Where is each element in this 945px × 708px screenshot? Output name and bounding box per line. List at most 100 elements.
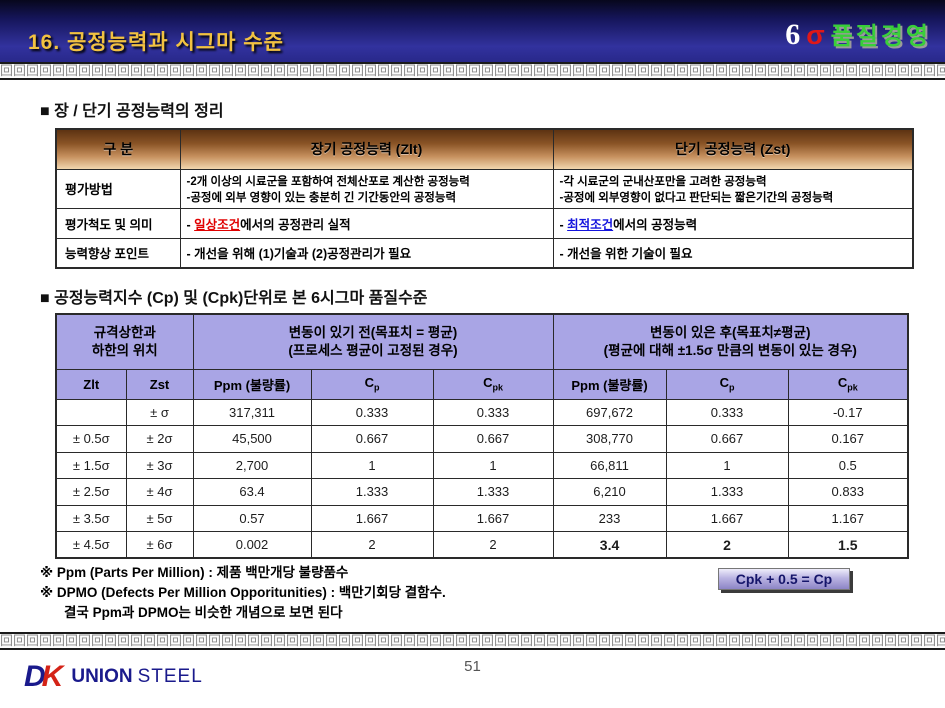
brand-logo: 6 σ 품질경영 [785, 16, 931, 52]
note-ppm: ※ Ppm (Parts Per Million) : 제품 백만개당 불량품수 [40, 563, 705, 583]
logo-letter-k: K [42, 662, 64, 692]
cell-zlt: ± 2.5σ [56, 479, 126, 506]
sigma-level-table: 규격상한과 하한의 위치 변동이 있기 전(목표치 = 평균) (프로세스 평균… [55, 313, 909, 559]
cell-zlt: ± 1.5σ [56, 452, 126, 479]
cell-shortterm-method: -각 시료군의 군내산포만을 고려한 공정능력 -공정에 외부영향이 없다고 판… [553, 169, 913, 208]
highlight-blue: 최적조건 [567, 218, 613, 232]
formula-box: Cpk + 0.5 = Cp [718, 568, 850, 590]
table-row: 능력향상 포인트 - 개선을 위해 (1)기술과 (2)공정관리가 필요 - 개… [56, 238, 913, 268]
table-row: ± σ 317,311 0.333 0.333 697,672 0.333 -0… [56, 399, 908, 426]
cell-cpk-after: -0.17 [788, 399, 908, 426]
col-header-longterm: 장기 공정능력 (Zlt) [180, 129, 553, 169]
cell-cp-after: 2 [666, 532, 788, 559]
cell-cpk-after: 0.5 [788, 452, 908, 479]
cp-base: C [365, 375, 374, 390]
cell-cp-before: 0.333 [311, 399, 433, 426]
table-row: 평가척도 및 의미 - 일상조건에서의 공정관리 실적 - 최적조건에서의 공정… [56, 208, 913, 238]
col-header-zst: Zst [126, 369, 193, 399]
cell-line: -공정에 외부 영향이 있는 충분히 긴 기간동안의 공정능력 [187, 189, 547, 205]
table-header-row: 구 분 장기 공정능력 (Zlt) 단기 공정능력 (Zst) [56, 129, 913, 169]
cpk-subscript: pk [492, 383, 503, 393]
cell-cpk-before: 2 [433, 532, 553, 559]
brand-six: 6 [785, 18, 800, 52]
header-line: (평균에 대해 ±1.5σ 만큼의 변동이 있는 경우) [554, 342, 908, 360]
cell-ppm-after: 6,210 [553, 479, 666, 506]
table-row: 평가방법 -2개 이상의 시료군을 포함하여 전체산포로 계산한 공정능력 -공… [56, 169, 913, 208]
table-row: ± 4.5σ ± 6σ 0.002 2 2 3.4 2 1.5 [56, 532, 908, 559]
sigma-icon: σ [806, 20, 824, 51]
cell-cpk-before: 1.333 [433, 479, 553, 506]
col-header-ppm-before: Ppm (불량률) [193, 369, 311, 399]
logo-steel-text: STEEL [138, 666, 203, 688]
cell-cp-after: 1.333 [666, 479, 788, 506]
section-title-sigma-level: ■ 공정능력지수 (Cp) 및 (Cpk)단위로 본 6시그마 품질수준 [40, 284, 428, 308]
cp-base: C [720, 375, 729, 390]
row-label: 평가척도 및 의미 [56, 208, 180, 238]
footnotes: ※ Ppm (Parts Per Million) : 제품 백만개당 불량품수… [40, 563, 705, 623]
cell-longterm-method: -2개 이상의 시료군을 포함하여 전체산포로 계산한 공정능력 -공정에 외부… [180, 169, 553, 208]
cell-zst: ± 4σ [126, 479, 193, 506]
cell-longterm-meaning: - 일상조건에서의 공정관리 실적 [180, 208, 553, 238]
cp-subscript: p [729, 383, 735, 393]
cell-zst: ± 6σ [126, 532, 193, 559]
cell-ppm-after: 308,770 [553, 426, 666, 453]
col-header-cpk-after: Cpk [788, 369, 908, 399]
cell-cp-before: 0.667 [311, 426, 433, 453]
header-line: 변동이 있기 전(목표치 = 평균) [194, 324, 553, 342]
cell-ppm-after: 697,672 [553, 399, 666, 426]
meander-pattern: 回回回回回回回回回回回回回回回回回回回回回回回回回回回回回回回回回回回回回回回回… [0, 62, 945, 80]
page-number: 51 [464, 658, 481, 675]
cell-ppm-after: 66,811 [553, 452, 666, 479]
header-line: (프로세스 평균이 고정된 경우) [194, 342, 553, 360]
cell-cpk-before: 1.667 [433, 505, 553, 532]
cell-zst: ± 3σ [126, 452, 193, 479]
cp-subscript: p [374, 383, 380, 393]
cell-zlt: ± 0.5σ [56, 426, 126, 453]
note-dpmo: ※ DPMO (Defects Per Million Opporituniti… [40, 583, 705, 603]
col-header-ppm-after: Ppm (불량률) [553, 369, 666, 399]
cell-text: 에서의 공정능력 [613, 218, 697, 232]
cell-ppm-before: 0.002 [193, 532, 311, 559]
col-header-category: 구 분 [56, 129, 180, 169]
row-label: 능력향상 포인트 [56, 238, 180, 268]
cell-cp-after: 1 [666, 452, 788, 479]
brand-label: 품질경영 [831, 16, 931, 51]
cpk-base: C [838, 375, 847, 390]
col-header-cp-before: Cp [311, 369, 433, 399]
cell-emphasis: 실적 [328, 218, 351, 232]
cell-ppm-before: 0.57 [193, 505, 311, 532]
cell-cp-after: 0.333 [666, 399, 788, 426]
cell-zst: ± 5σ [126, 505, 193, 532]
cell-shortterm-meaning: - 최적조건에서의 공정능력 [553, 208, 913, 238]
cell-ppm-before: 2,700 [193, 452, 311, 479]
table-row: ± 0.5σ ± 2σ 45,500 0.667 0.667 308,770 0… [56, 426, 908, 453]
cpk-subscript: pk [847, 383, 858, 393]
cell-ppm-before: 317,311 [193, 399, 311, 426]
table-subheader-row: Zlt Zst Ppm (불량률) Cp Cpk Ppm (불량률) Cp Cp… [56, 369, 908, 399]
page-title: 16. 공정능력과 시그마 수준 [28, 26, 284, 56]
col-header-shortterm: 단기 공정능력 (Zst) [553, 129, 913, 169]
section-title-capability: ■ 장 / 단기 공정능력의 정리 [40, 97, 224, 121]
cell-cp-after: 1.667 [666, 505, 788, 532]
cell-cp-before: 1 [311, 452, 433, 479]
table-row: ± 3.5σ ± 5σ 0.57 1.667 1.667 233 1.667 1… [56, 505, 908, 532]
after-variation-header: 변동이 있은 후(목표치≠평균) (평균에 대해 ±1.5σ 만큼의 변동이 있… [553, 314, 908, 369]
col-header-cp-after: Cp [666, 369, 788, 399]
row-label: 평가방법 [56, 169, 180, 208]
cell-cpk-before: 0.667 [433, 426, 553, 453]
cell-cp-before: 1.333 [311, 479, 433, 506]
cell-line: -공정에 외부영향이 없다고 판단되는 짧은기간의 공정능력 [560, 189, 907, 205]
cell-cpk-after: 0.833 [788, 479, 908, 506]
cell-text: - [187, 218, 195, 232]
cell-zst: ± σ [126, 399, 193, 426]
cell-longterm-improve: - 개선을 위해 (1)기술과 (2)공정관리가 필요 [180, 238, 553, 268]
cell-zlt: ± 4.5σ [56, 532, 126, 559]
cell-cp-before: 1.667 [311, 505, 433, 532]
cell-cp-after: 0.667 [666, 426, 788, 453]
highlight-red: 일상조건 [194, 218, 240, 232]
cell-line: -각 시료군의 군내산포만을 고려한 공정능력 [560, 173, 907, 189]
cell-ppm-before: 63.4 [193, 479, 311, 506]
cell-line: -2개 이상의 시료군을 포함하여 전체산포로 계산한 공정능력 [187, 173, 547, 189]
slide: 16. 공정능력과 시그마 수준 6 σ 품질경영 回回回回回回回回回回回回回回… [0, 0, 945, 708]
col-header-zlt: Zlt [56, 369, 126, 399]
